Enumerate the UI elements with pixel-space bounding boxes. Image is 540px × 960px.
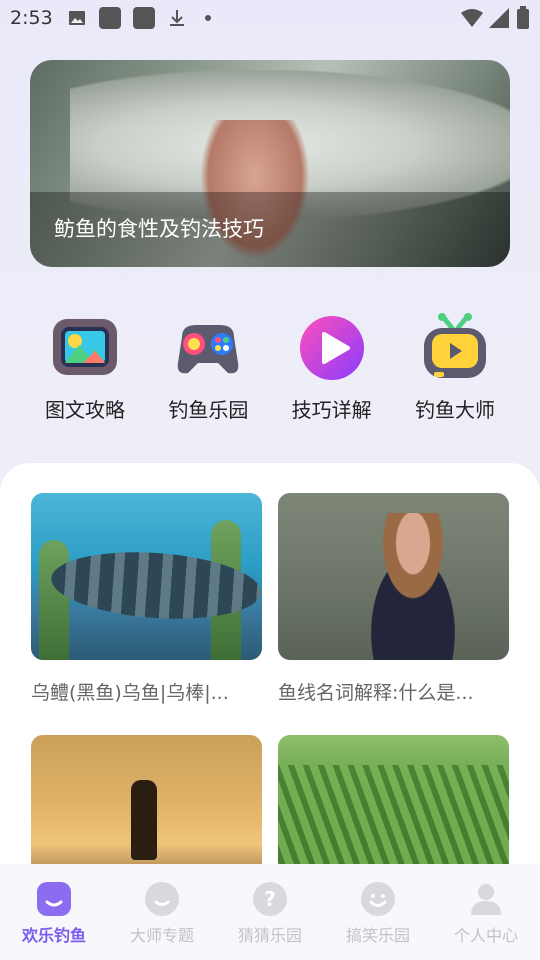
bottom-nav-tab-fishing[interactable]: 欢乐钓鱼 [0, 882, 108, 946]
banner-carousel[interactable]: 鲂鱼的食性及钓法技巧 [30, 60, 510, 267]
bottom-nav-label: 欢乐钓鱼 [21, 926, 86, 945]
wifi-icon [461, 9, 483, 27]
dot-icon [204, 15, 211, 21]
article-thumbnail [31, 493, 262, 660]
image-icon [68, 11, 85, 25]
article-caption: 乌鳢(黑鱼)乌鱼|乌棒|... [31, 682, 229, 704]
app-square-icon [98, 7, 121, 29]
article-card[interactable]: 乌鳢(黑鱼)乌鱼|乌棒|... [31, 493, 262, 705]
retro-tv-icon [419, 312, 491, 384]
quick-nav-label: 钓鱼大师 [414, 398, 495, 422]
smile-icon [145, 882, 179, 916]
smile-bag-icon [37, 882, 71, 916]
bottom-nav-tab-funny[interactable]: 搞笑乐园 [324, 882, 432, 946]
quick-nav-item-masters[interactable]: 钓鱼大师 [400, 312, 510, 432]
article-feed: 乌鳢(黑鱼)乌鱼|乌棒|... 鱼线名词解释:什么是... [0, 463, 540, 902]
article-card[interactable]: 鱼线名词解释:什么是... [278, 493, 509, 705]
quick-nav: 图文攻略 钓鱼乐园 技巧详解 钓鱼大师 [30, 312, 510, 432]
signal-icon [489, 8, 509, 28]
bottom-nav-tab-guess[interactable]: ? 猜猜乐园 [216, 882, 324, 946]
quick-nav-label: 技巧详解 [291, 398, 372, 422]
download-icon [169, 10, 184, 26]
play-circle-icon [296, 312, 368, 384]
thumb-decoration [131, 780, 157, 860]
banner-title: 鲂鱼的食性及钓法技巧 [54, 217, 264, 241]
thumb-decoration [39, 540, 69, 660]
status-right [460, 6, 530, 30]
bottom-nav-label: 猜猜乐园 [237, 926, 302, 945]
bottom-nav-tab-profile[interactable]: 个人中心 [432, 882, 540, 946]
bottom-nav: 欢乐钓鱼 大师专题 ? 猜猜乐园 搞笑乐园 个人中心 [0, 864, 540, 960]
bottom-nav-tab-masters[interactable]: 大师专题 [108, 882, 216, 946]
emoji-icon [361, 882, 395, 916]
article-caption: 鱼线名词解释:什么是... [278, 682, 474, 704]
quick-nav-label: 钓鱼乐园 [168, 398, 249, 422]
quick-nav-item-guides[interactable]: 图文攻略 [30, 312, 140, 432]
quick-nav-label: 图文攻略 [45, 398, 125, 422]
app-square-icon [132, 7, 155, 29]
svg-text:?: ? [264, 887, 276, 911]
question-icon: ? [253, 882, 287, 916]
quick-nav-item-fishing-park[interactable]: 钓鱼乐园 [153, 312, 263, 432]
status-bar: 2:53 [0, 0, 540, 36]
picture-tv-icon [49, 312, 121, 384]
bottom-nav-label: 大师专题 [129, 926, 194, 945]
bottom-nav-label: 个人中心 [453, 926, 518, 945]
status-time: 2:53 [10, 7, 53, 29]
person-icon [469, 882, 503, 916]
article-thumbnail [278, 493, 509, 660]
gamepad-icon [172, 312, 244, 384]
battery-icon [517, 6, 529, 29]
bottom-nav-label: 搞笑乐园 [345, 926, 410, 945]
thumb-decoration [348, 513, 478, 660]
quick-nav-item-techniques[interactable]: 技巧详解 [277, 312, 387, 432]
